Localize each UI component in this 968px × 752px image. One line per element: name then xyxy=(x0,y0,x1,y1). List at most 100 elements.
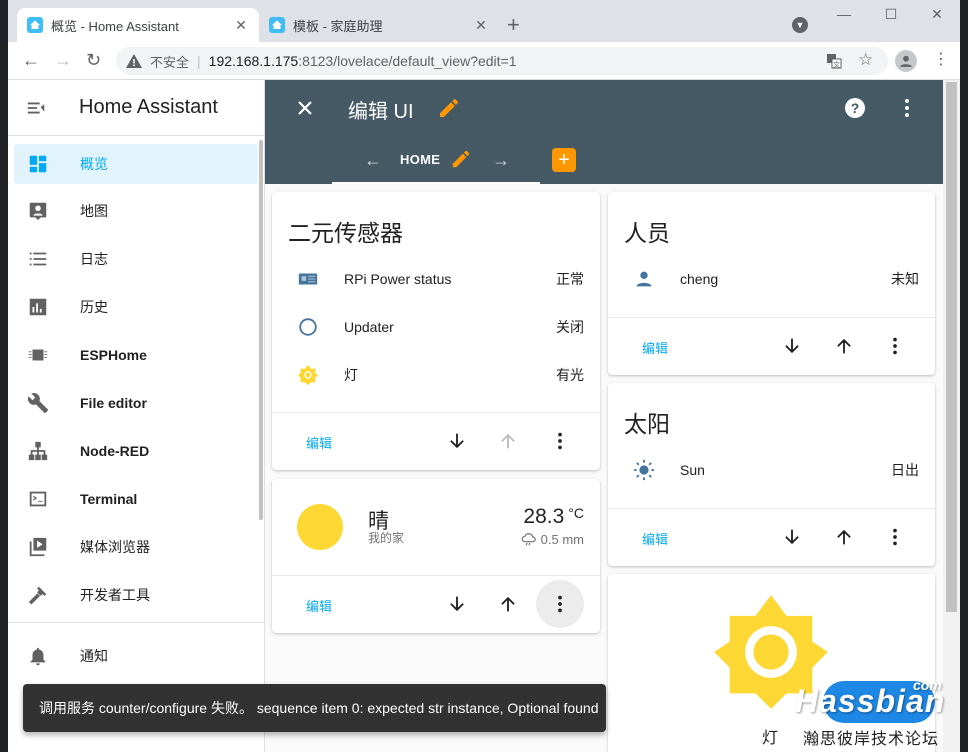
sidebar-item-label: Node-RED xyxy=(80,443,150,459)
sidebar-item-label: File editor xyxy=(80,395,147,411)
brightness-icon xyxy=(288,364,328,386)
entity-name: RPi Power status xyxy=(344,271,452,287)
move-up-icon[interactable] xyxy=(832,334,856,358)
sunny-icon xyxy=(297,504,343,550)
move-view-right-icon[interactable]: → xyxy=(492,150,510,171)
card-more-icon[interactable] xyxy=(548,429,572,453)
sidebar-item-node-red[interactable]: Node-RED xyxy=(14,431,258,471)
sidebar-item-label: ESPHome xyxy=(80,347,147,363)
map-account-icon xyxy=(14,200,62,222)
entity-state: 关闭 xyxy=(556,319,584,335)
weather-card: 晴 我的家 28.3 °C 0.5 mm 编辑 xyxy=(272,479,600,633)
edit-card-button[interactable]: 编辑 xyxy=(306,433,332,452)
checkbox-blank-circle-outline-icon xyxy=(288,316,328,338)
sidebar-item-file-editor[interactable]: File editor xyxy=(14,383,258,423)
card-title: 太阳 xyxy=(624,411,670,437)
bell-icon xyxy=(14,645,62,667)
maximize-icon[interactable]: ☐ xyxy=(881,6,901,23)
tab-overview[interactable]: 概览 - Home Assistant ✕ xyxy=(17,8,259,42)
entity-row[interactable]: RPi Power status 正常 xyxy=(288,259,584,299)
sidebar-item-media-browser[interactable]: 媒体浏览器 xyxy=(14,527,258,567)
help-icon[interactable]: ? xyxy=(843,96,867,120)
new-tab-button[interactable]: + xyxy=(507,12,520,38)
tab-search-icon[interactable]: ▼ xyxy=(792,17,808,33)
more-options-icon[interactable] xyxy=(895,96,919,120)
back-icon[interactable]: ← xyxy=(22,50,40,70)
add-view-button[interactable]: + xyxy=(552,148,576,172)
move-up-icon[interactable] xyxy=(496,592,520,616)
translate-icon[interactable]: 文 xyxy=(826,53,842,72)
hammer-icon xyxy=(14,584,62,606)
move-down-icon[interactable] xyxy=(780,334,804,358)
minimize-icon[interactable]: — xyxy=(834,6,854,22)
dashboard-icon xyxy=(14,153,62,175)
card-more-icon[interactable] xyxy=(883,525,907,549)
forward-icon[interactable]: → xyxy=(54,50,72,70)
console-icon xyxy=(14,488,62,510)
entity-row[interactable]: cheng 未知 xyxy=(624,259,919,299)
sidebar-item-developer-tools[interactable]: 开发者工具 xyxy=(14,575,258,615)
sidebar-item-label: 日志 xyxy=(80,251,108,267)
entity-name: Updater xyxy=(344,319,394,335)
profile-avatar-icon[interactable] xyxy=(895,50,917,72)
entity-row[interactable]: Sun 日出 xyxy=(624,450,919,490)
move-view-left-icon[interactable]: ← xyxy=(364,150,382,171)
edit-view-pencil-icon[interactable] xyxy=(450,148,472,170)
tab-close-icon[interactable]: ✕ xyxy=(233,17,249,34)
tab-title: 模板 - 家庭助理 xyxy=(293,18,383,34)
card-more-icon[interactable] xyxy=(883,334,907,358)
close-edit-icon[interactable] xyxy=(293,96,317,120)
tab-template[interactable]: 模板 - 家庭助理 ✕ xyxy=(259,8,499,42)
sidebar-item-notifications[interactable]: 通知 xyxy=(14,636,258,676)
edit-title-pencil-icon[interactable] xyxy=(437,96,461,120)
move-down-icon[interactable] xyxy=(445,429,469,453)
view-tab-home[interactable]: ← HOME → xyxy=(332,136,540,184)
sidebar-item-logbook[interactable]: 日志 xyxy=(14,239,258,279)
close-window-icon[interactable]: ✕ xyxy=(927,6,947,23)
cloud-rain-icon xyxy=(521,533,536,546)
divider: | xyxy=(197,53,201,69)
sidebar-item-history[interactable]: 历史 xyxy=(14,287,258,327)
browser-menu-icon[interactable]: ⋮ xyxy=(933,50,949,70)
watermark-suffix: com xyxy=(913,677,942,693)
warning-icon[interactable] xyxy=(126,54,142,68)
sidebar-item-map[interactable]: 地图 xyxy=(14,191,258,231)
weather-location: 我的家 xyxy=(368,531,405,545)
toast-message: 调用服务 counter/configure 失败。 sequence item… xyxy=(39,700,599,716)
sidebar-item-label: 媒体浏览器 xyxy=(80,539,150,555)
bookmark-star-icon[interactable]: ☆ xyxy=(858,50,873,70)
light-name: 灯 xyxy=(762,730,779,747)
entity-row[interactable]: 灯 有光 xyxy=(288,355,584,395)
precipitation-value: 0.5 mm xyxy=(540,531,584,547)
sidebar-scrollbar[interactable] xyxy=(259,140,263,520)
sidebar-item-label: 概览 xyxy=(80,156,108,172)
move-down-icon[interactable] xyxy=(445,592,469,616)
menu-collapse-icon[interactable] xyxy=(8,97,64,119)
card-more-icon[interactable] xyxy=(536,580,584,628)
edit-card-button[interactable]: 编辑 xyxy=(642,529,668,548)
sidebar-item-overview[interactable]: 概览 xyxy=(14,144,258,184)
address-bar[interactable]: 不安全 | 192.168.1.175:8123/lovelace/defaul… xyxy=(116,47,888,75)
logbook-icon xyxy=(14,248,62,270)
sidebar-item-label: Terminal xyxy=(80,491,138,507)
sun-icon xyxy=(624,459,664,481)
entity-state: 日出 xyxy=(891,462,919,478)
sitemap-icon xyxy=(14,440,62,462)
tab-close-icon[interactable]: ✕ xyxy=(473,17,489,34)
main-scrollbar[interactable] xyxy=(943,80,960,752)
sidebar-header: Home Assistant xyxy=(8,80,264,136)
move-down-icon[interactable] xyxy=(780,525,804,549)
sidebar-item-esphome[interactable]: ESPHome xyxy=(14,335,258,375)
tab-title: 概览 - Home Assistant xyxy=(51,18,179,34)
sidebar-item-terminal[interactable]: Terminal xyxy=(14,479,258,519)
home-assistant-favicon-icon xyxy=(269,17,285,33)
svg-text:文: 文 xyxy=(833,60,840,69)
play-box-icon xyxy=(14,536,62,558)
move-up-icon[interactable] xyxy=(832,525,856,549)
account-icon xyxy=(624,268,664,290)
scrollbar-thumb[interactable] xyxy=(946,82,957,612)
edit-card-button[interactable]: 编辑 xyxy=(642,338,668,357)
edit-card-button[interactable]: 编辑 xyxy=(306,596,332,615)
entity-row[interactable]: Updater 关闭 xyxy=(288,307,584,347)
reload-icon[interactable]: ↻ xyxy=(86,50,101,70)
